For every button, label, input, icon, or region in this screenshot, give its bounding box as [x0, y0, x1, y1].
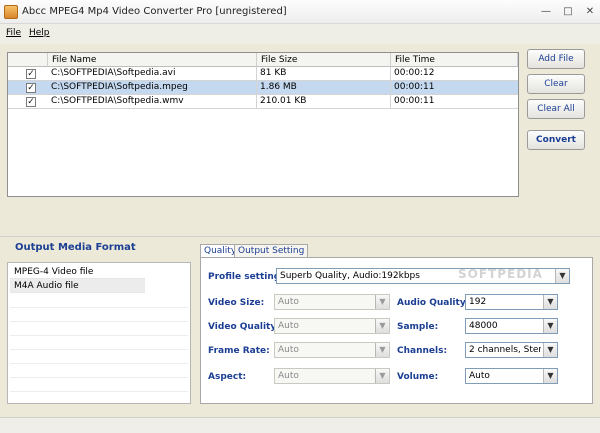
frame-rate-label: Frame Rate:	[208, 346, 270, 356]
file-size-cell: 81 KB	[257, 67, 391, 81]
column-header-check[interactable]	[8, 53, 48, 67]
list-rule	[10, 363, 188, 364]
file-list[interactable]: File Name File Size File Time ✓ C:\SOFTP…	[7, 52, 519, 197]
chevron-down-icon[interactable]: ▼	[375, 295, 389, 309]
file-time-cell: 00:00:11	[394, 96, 435, 106]
row-checkbox[interactable]: ✓	[26, 83, 36, 93]
aspect-select[interactable]: Auto ▼	[274, 368, 390, 384]
clear-button[interactable]: Clear	[527, 74, 585, 94]
file-name-cell: C:\SOFTPEDIA\Softpedia.avi	[48, 67, 257, 81]
tab-output-setting[interactable]: Output Setting	[234, 244, 309, 258]
channels-label: Channels:	[397, 346, 448, 356]
output-format-list[interactable]: MPEG-4 Video file M4A Audio file	[7, 262, 191, 404]
menu-file-label: File	[6, 28, 22, 38]
minimize-icon[interactable]: —	[537, 3, 555, 20]
chevron-down-icon[interactable]: ▼	[543, 319, 557, 333]
row-checkbox[interactable]: ✓	[26, 69, 36, 79]
list-rule	[10, 335, 188, 336]
volume-label: Volume:	[397, 372, 439, 382]
convert-button[interactable]: Convert	[527, 130, 585, 150]
video-quality-label: Video Quality:	[208, 322, 280, 332]
list-item[interactable]: MPEG-4 Video file	[10, 265, 145, 279]
sample-value: 48000	[469, 321, 498, 331]
row-checkbox[interactable]: ✓	[26, 97, 36, 107]
profile-setting-value: Superb Quality, Audio:192kbps	[280, 271, 420, 281]
file-time-cell: 00:00:12	[394, 68, 435, 78]
menu-help-label: Help	[29, 28, 50, 38]
close-icon[interactable]: ✕	[581, 3, 599, 20]
frame-rate-value: Auto	[278, 345, 299, 355]
column-header-file-time[interactable]: File Time	[391, 53, 518, 67]
file-size-cell: 1.86 MB	[257, 81, 391, 95]
column-header-file-name[interactable]: File Name	[48, 53, 257, 67]
list-rule	[10, 377, 188, 378]
maximize-icon[interactable]: □	[559, 3, 577, 20]
file-name-cell: C:\SOFTPEDIA\Softpedia.wmv	[48, 95, 257, 109]
frame-rate-select[interactable]: Auto ▼	[274, 342, 390, 358]
section-divider	[0, 236, 600, 237]
table-row[interactable]: ✓ C:\SOFTPEDIA\Softpedia.mpeg 1.86 MB 00…	[8, 81, 518, 95]
table-row[interactable]: ✓ C:\SOFTPEDIA\Softpedia.avi 81 KB 00:00…	[8, 67, 518, 81]
aspect-value: Auto	[278, 371, 299, 381]
audio-quality-select[interactable]: 192 ▼	[465, 294, 558, 310]
video-size-select[interactable]: Auto ▼	[274, 294, 390, 310]
clear-all-button[interactable]: Clear All	[527, 99, 585, 119]
chevron-down-icon[interactable]: ▼	[375, 369, 389, 383]
title-bar: Abcc MPEG4 Mp4 Video Converter Pro [unre…	[0, 0, 600, 24]
volume-select[interactable]: Auto ▼	[465, 368, 558, 384]
list-rule	[10, 391, 188, 392]
channels-select[interactable]: 2 channels, Ster ▼	[465, 342, 558, 358]
status-bar	[0, 417, 600, 433]
sample-select[interactable]: 48000 ▼	[465, 318, 558, 334]
video-size-label: Video Size:	[208, 298, 265, 308]
chevron-down-icon[interactable]: ▼	[375, 343, 389, 357]
audio-quality-label: Audio Quality:	[397, 298, 470, 308]
channels-value: 2 channels, Ster	[469, 345, 541, 355]
column-header-file-size[interactable]: File Size	[257, 53, 391, 67]
aspect-label: Aspect:	[208, 372, 247, 382]
add-file-button[interactable]: Add File	[527, 49, 585, 69]
volume-value: Auto	[469, 371, 490, 381]
window-title: Abcc MPEG4 Mp4 Video Converter Pro [unre…	[22, 6, 287, 17]
softpedia-watermark: SOFTPEDIA	[458, 267, 543, 281]
menu-file[interactable]: File	[6, 28, 21, 38]
chevron-down-icon[interactable]: ▼	[543, 369, 557, 383]
audio-quality-value: 192	[469, 297, 487, 307]
list-rule	[10, 307, 188, 308]
sample-label: Sample:	[397, 322, 439, 332]
app-icon	[4, 5, 18, 19]
chevron-down-icon[interactable]: ▼	[555, 269, 569, 283]
video-quality-value: Auto	[278, 321, 299, 331]
video-size-value: Auto	[278, 297, 299, 307]
list-rule	[10, 321, 188, 322]
list-rule	[10, 349, 188, 350]
menu-bar: File Help	[0, 24, 600, 44]
output-format-title: Output Media Format	[15, 242, 136, 253]
menu-help[interactable]: Help	[29, 28, 50, 38]
chevron-down-icon[interactable]: ▼	[543, 295, 557, 309]
file-time-cell: 00:00:11	[394, 82, 435, 92]
file-size-cell: 210.01 KB	[257, 95, 391, 109]
file-name-cell: C:\SOFTPEDIA\Softpedia.mpeg	[48, 81, 257, 95]
list-item[interactable]: M4A Audio file	[10, 279, 145, 293]
chevron-down-icon[interactable]: ▼	[375, 319, 389, 333]
table-row[interactable]: ✓ C:\SOFTPEDIA\Softpedia.wmv 210.01 KB 0…	[8, 95, 518, 109]
video-quality-select[interactable]: Auto ▼	[274, 318, 390, 334]
chevron-down-icon[interactable]: ▼	[543, 343, 557, 357]
profile-setting-label: Profile setting:	[208, 272, 284, 282]
